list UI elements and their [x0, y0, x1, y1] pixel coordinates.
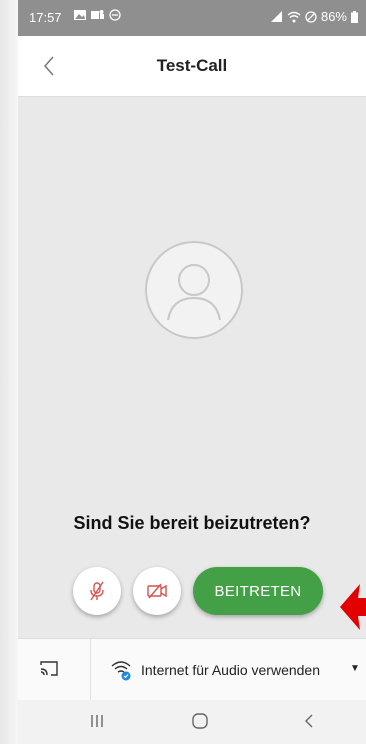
phone-screen: 17:57 86% Test-Call Sind Sie bereit beiz… — [18, 0, 366, 744]
mic-off-icon — [90, 581, 104, 601]
teams-icon — [91, 10, 104, 19]
do-not-disturb-icon — [109, 9, 121, 21]
audio-option-label[interactable]: Internet für Audio verwenden — [141, 662, 320, 678]
android-nav-bar — [18, 700, 366, 744]
avatar — [145, 241, 243, 339]
back-nav-icon[interactable] — [302, 712, 316, 730]
system-icons: 86% — [270, 9, 358, 24]
cast-icon[interactable] — [38, 658, 60, 680]
wifi-icon[interactable] — [110, 658, 134, 682]
battery-percent: 86% — [320, 9, 347, 24]
camera-toggle-button[interactable] — [133, 567, 181, 615]
divider — [90, 639, 91, 701]
status-time: 17:57 — [29, 10, 62, 25]
signal-icon — [270, 10, 282, 22]
dropdown-arrow-icon[interactable]: ▼ — [350, 663, 360, 674]
wifi-status-icon — [287, 11, 301, 22]
video-off-icon — [147, 583, 167, 599]
recent-apps-icon[interactable] — [89, 712, 105, 730]
call-preview: Sind Sie bereit beizutreten? BEITRETEN — [18, 97, 366, 638]
join-prompt: Sind Sie bereit beizutreten? — [73, 513, 311, 533]
notification-icons — [74, 9, 121, 21]
block-icon — [305, 10, 317, 23]
page-title: Test-Call — [156, 56, 228, 75]
status-bar: 17:57 86% — [18, 0, 366, 36]
home-icon[interactable] — [191, 712, 209, 730]
app-header: Test-Call — [18, 36, 366, 97]
audio-options-bar: Internet für Audio verwenden ▼ — [18, 638, 366, 701]
join-button[interactable]: BEITRETEN — [193, 567, 323, 615]
window-frame — [0, 0, 18, 744]
annotation-arrow-icon — [340, 584, 366, 630]
battery-icon — [351, 10, 358, 23]
mic-toggle-button[interactable] — [73, 567, 121, 615]
image-icon — [74, 10, 86, 20]
